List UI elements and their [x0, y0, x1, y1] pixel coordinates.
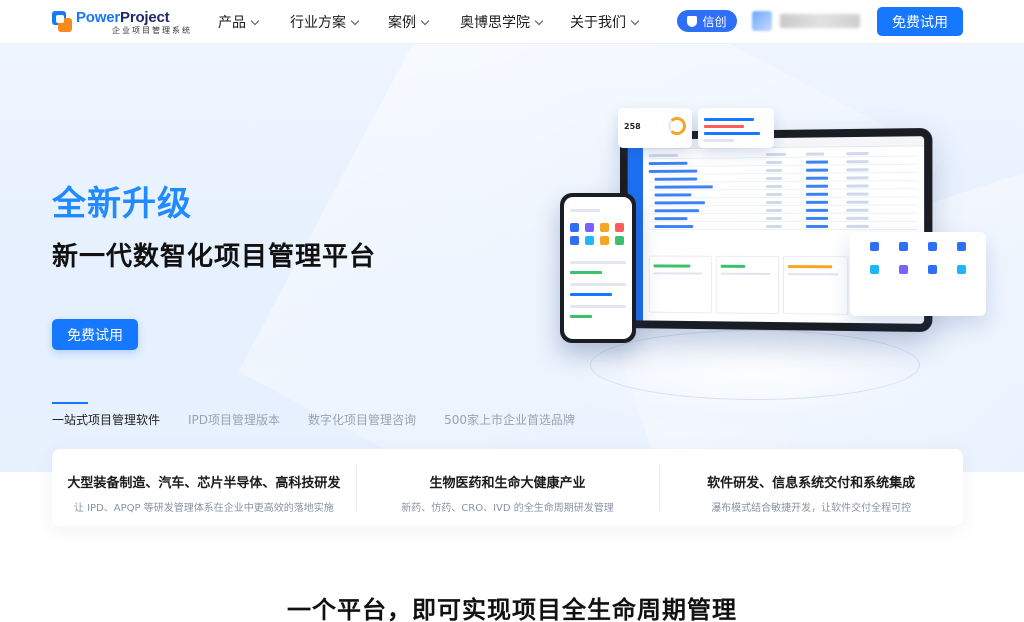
chevron-down-icon — [421, 16, 429, 24]
brand-logo[interactable]: PowerProject 企业项目管理系统 — [52, 7, 192, 37]
hero-tab-one-stop[interactable]: 一站式项目管理软件 — [52, 402, 160, 428]
industry-desc: 瀑布模式结合敏捷开发，让软件交付全程可控 — [659, 499, 963, 514]
progress-card — [698, 108, 774, 148]
progress-ring-icon — [668, 117, 686, 135]
user-account-blurred[interactable] — [752, 10, 860, 32]
industry-title: 生物医药和生命大健康产业 — [356, 472, 660, 491]
chevron-down-icon — [535, 16, 543, 24]
nav-item-about[interactable]: 关于我们 — [570, 0, 638, 44]
nav-item-academy[interactable]: 奥博思学院 — [460, 0, 542, 44]
shield-icon — [687, 16, 697, 27]
industry-card-biopharma[interactable]: 生物医药和生命大健康产业 新药、仿药、CRO、IVD 的全生命周期研发管理 — [356, 449, 660, 526]
phone-mockup — [560, 193, 636, 343]
hero-free-trial-button[interactable]: 免费试用 — [52, 319, 138, 350]
chevron-down-icon — [631, 16, 639, 24]
industry-title: 软件研发、信息系统交付和系统集成 — [659, 472, 963, 491]
metric-card: 258 — [618, 108, 692, 148]
hero-section: 258 全新升级 新一代数智化项目管理平台 免费试用 一站式项目管理软件 IPD… — [0, 44, 1024, 472]
nav-item-label: 奥博思学院 — [460, 12, 530, 32]
industry-card-software[interactable]: 软件研发、信息系统交付和系统集成 瀑布模式结合敏捷开发，让软件交付全程可控 — [659, 449, 963, 526]
xinchuang-badge[interactable]: 信创 — [677, 10, 737, 32]
username-blurred — [780, 14, 860, 28]
hero-tab-brand[interactable]: 500家上市企业首选品牌 — [444, 402, 575, 428]
app-icons-card — [850, 232, 986, 316]
industry-desc: 让 IPD、APQP 等研发管理体系在企业中更高效的落地实施 — [52, 499, 356, 514]
top-nav: PowerProject 企业项目管理系统 产品 行业方案 案例 奥博思学院 关… — [0, 0, 1024, 44]
nav-item-label: 关于我们 — [570, 12, 626, 32]
hero-tabs: 一站式项目管理软件 IPD项目管理版本 数字化项目管理咨询 500家上市企业首选… — [52, 402, 603, 428]
nav-item-cases[interactable]: 案例 — [388, 0, 428, 44]
chevron-down-icon — [251, 16, 259, 24]
badge-label: 信创 — [702, 13, 726, 30]
nav-free-trial-button[interactable]: 免费试用 — [877, 7, 963, 36]
hero-tab-consulting[interactable]: 数字化项目管理咨询 — [308, 402, 416, 428]
industry-card-manufacturing[interactable]: 大型装备制造、汽车、芯片半导体、高科技研发 让 IPD、APQP 等研发管理体系… — [52, 449, 356, 526]
section-title: 一个平台，即可实现项目全生命周期管理 — [0, 590, 1024, 622]
chevron-down-icon — [351, 16, 359, 24]
industry-title: 大型装备制造、汽车、芯片半导体、高科技研发 — [52, 472, 356, 491]
nav-item-label: 案例 — [388, 12, 416, 32]
metric-value: 258 — [624, 122, 641, 131]
hero-tagline: 全新升级 — [52, 176, 192, 225]
brand-subtitle: 企业项目管理系统 — [76, 27, 192, 35]
brand-name: PowerProject — [76, 10, 192, 25]
industry-solutions: 大型装备制造、汽车、芯片半导体、高科技研发 让 IPD、APQP 等研发管理体系… — [52, 449, 963, 526]
logo-mark-icon — [52, 11, 72, 33]
nav-item-product[interactable]: 产品 — [218, 0, 258, 44]
industry-desc: 新药、仿药、CRO、IVD 的全生命周期研发管理 — [356, 499, 660, 514]
avatar — [752, 11, 772, 31]
nav-item-solutions[interactable]: 行业方案 — [290, 0, 358, 44]
nav-item-label: 行业方案 — [290, 12, 346, 32]
nav-item-label: 产品 — [218, 12, 246, 32]
hero-title: 新一代数智化项目管理平台 — [52, 236, 376, 273]
hero-tab-ipd[interactable]: IPD项目管理版本 — [188, 402, 280, 428]
